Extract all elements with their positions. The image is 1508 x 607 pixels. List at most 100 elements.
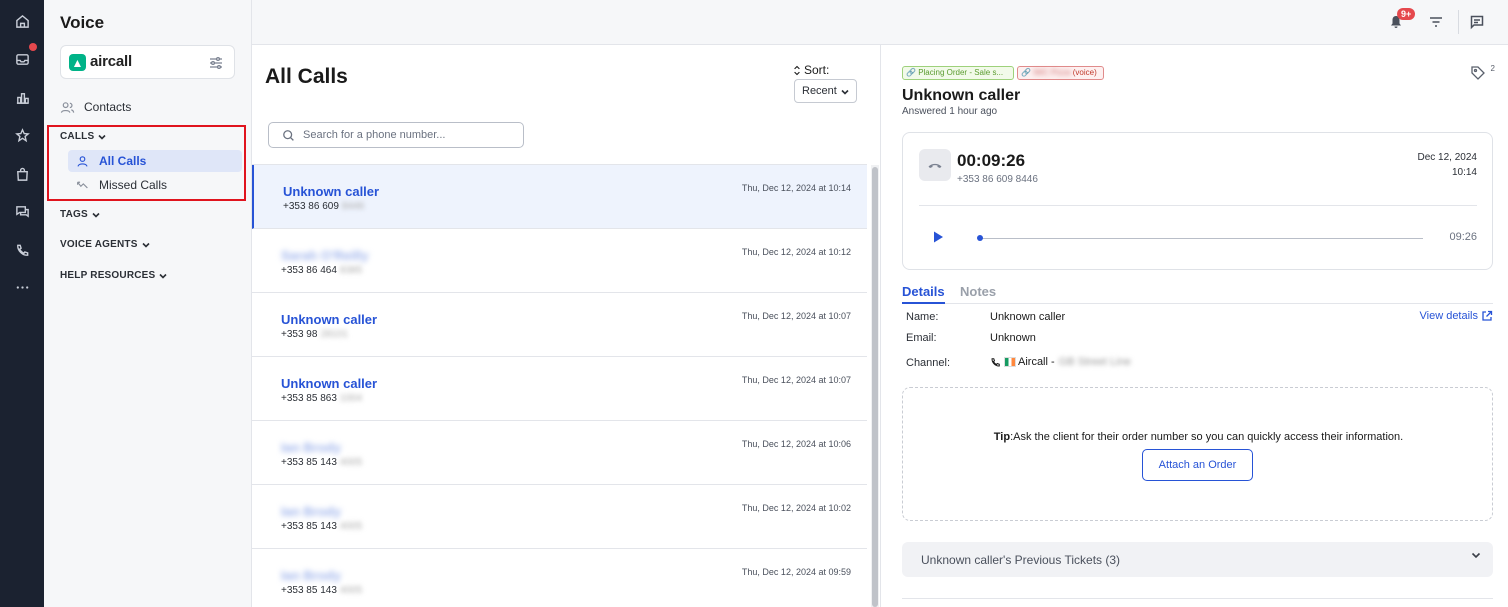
caller-name: Ian Brody bbox=[281, 440, 341, 455]
phone-visible: +353 85 143 bbox=[281, 585, 337, 596]
tag-count: 2 bbox=[1490, 64, 1495, 73]
ireland-flag-icon bbox=[1004, 357, 1016, 367]
view-details-link[interactable]: View details bbox=[1420, 310, 1494, 322]
tag-voice-line[interactable]: 🔗 IWC Pizza (voice) bbox=[1017, 66, 1104, 80]
chevron-down-icon bbox=[92, 212, 100, 218]
tab-notes[interactable]: Notes bbox=[960, 284, 996, 302]
audio-progress-track[interactable] bbox=[979, 238, 1423, 239]
call-row[interactable]: Ian Brody +353 85 143 4005 Thu, Dec 12, 2… bbox=[252, 421, 867, 485]
audio-progress-knob[interactable] bbox=[977, 235, 983, 241]
channel-value: Aircall - GB Street Line bbox=[990, 356, 1131, 368]
call-date: Dec 12, 2024 bbox=[1417, 152, 1478, 163]
call-time: Thu, Dec 12, 2024 at 10:12 bbox=[741, 247, 851, 257]
message-icon[interactable] bbox=[1469, 14, 1485, 30]
filter-icon[interactable] bbox=[1428, 14, 1444, 30]
call-time: Thu, Dec 12, 2024 at 10:07 bbox=[741, 375, 851, 385]
tag-icon[interactable] bbox=[1470, 65, 1486, 81]
sidebar-title: Voice bbox=[60, 13, 105, 32]
caller-phone: +353 85 143 4005 bbox=[281, 521, 362, 532]
notification-badge: 9+ bbox=[1397, 8, 1416, 20]
search-icon bbox=[283, 129, 294, 141]
brand-selector[interactable]: ▲ aircall bbox=[60, 45, 235, 79]
caller-name: Ian Brody bbox=[281, 568, 341, 583]
section-tags-label: TAGS bbox=[60, 209, 88, 220]
caller-name: Ian Brody bbox=[281, 504, 341, 519]
voice-sidebar: Voice ▲ aircall Contacts CALLS All Calls… bbox=[44, 0, 252, 607]
call-status: Answered 1 hour ago bbox=[902, 106, 998, 117]
top-bar: 9+ bbox=[252, 0, 1508, 45]
chevron-down-icon bbox=[1471, 552, 1481, 559]
tip-body: :Ask the client for their order number s… bbox=[1010, 431, 1404, 443]
channel-name: Aircall - bbox=[1018, 356, 1055, 368]
phone-redacted: 28101 bbox=[320, 329, 349, 340]
previous-tickets-accordion[interactable]: Unknown caller's Previous Tickets (3) bbox=[902, 542, 1493, 577]
brand-name: aircall bbox=[90, 53, 132, 70]
email-value: Unknown bbox=[990, 332, 1036, 344]
call-row[interactable]: Unknown caller +353 85 863 1004 Thu, Dec … bbox=[252, 357, 867, 421]
phone-redacted: 8446 bbox=[341, 201, 365, 212]
card-divider bbox=[919, 205, 1477, 206]
reports-icon[interactable] bbox=[12, 87, 32, 107]
channel-label: Channel: bbox=[906, 357, 951, 369]
shopping-bag-icon[interactable] bbox=[12, 164, 32, 184]
call-row[interactable]: Sarah O'Reilly +353 86 464 8385 Thu, Dec … bbox=[252, 229, 867, 293]
contacts-icon bbox=[60, 101, 75, 113]
caller-phone: +353 85 143 4005 bbox=[281, 585, 362, 596]
tag-placing-order[interactable]: 🔗 Placing Order - Sale s... bbox=[902, 66, 1014, 80]
tip-text: Tip:Ask the client for their order numbe… bbox=[903, 431, 1494, 443]
call-phone-number: +353 86 609 8446 bbox=[957, 174, 1038, 185]
section-help-resources[interactable]: HELP RESOURCES bbox=[60, 270, 167, 281]
call-rows: Unknown caller +353 86 609 8446 Thu, Dec … bbox=[252, 164, 867, 607]
hangup-phone-icon bbox=[919, 149, 951, 181]
phone-search[interactable] bbox=[268, 122, 524, 148]
sort-value: Recent bbox=[802, 85, 837, 97]
sidebar-item-contacts[interactable]: Contacts bbox=[60, 99, 131, 115]
chevron-down-icon bbox=[159, 273, 167, 279]
view-details-label: View details bbox=[1419, 310, 1479, 322]
inbox-icon[interactable] bbox=[12, 49, 32, 69]
play-icon[interactable] bbox=[931, 230, 945, 244]
call-datetime: Dec 12, 2024 10:14 bbox=[1418, 150, 1478, 180]
phone-redacted: 4005 bbox=[339, 457, 363, 468]
caller-name: Unknown caller bbox=[281, 312, 378, 327]
sort-label: Sort: bbox=[793, 63, 829, 77]
phone-icon[interactable] bbox=[12, 240, 32, 260]
call-row[interactable]: Unknown caller +353 98 28101 Thu, Dec 12,… bbox=[252, 293, 867, 357]
phone-icon bbox=[991, 357, 1000, 366]
name-label: Name: bbox=[906, 311, 939, 323]
call-row[interactable]: Unknown caller +353 86 609 8446 Thu, Dec … bbox=[252, 165, 867, 229]
list-scrollbar[interactable] bbox=[871, 165, 879, 607]
call-row[interactable]: Ian Brody +353 85 143 4005 Thu, Dec 12, 2… bbox=[252, 485, 867, 549]
unread-dot bbox=[29, 43, 37, 51]
sort-select[interactable]: Recent bbox=[794, 79, 857, 103]
bottom-divider bbox=[902, 598, 1493, 599]
section-voice-agents[interactable]: VOICE AGENTS bbox=[60, 239, 150, 250]
tip-label: Tip bbox=[993, 431, 1011, 443]
home-icon[interactable] bbox=[12, 11, 32, 31]
call-row[interactable]: Ian Brody +353 85 143 4005 Thu, Dec 12, 2… bbox=[252, 549, 867, 607]
call-time: Thu, Dec 12, 2024 at 10:07 bbox=[741, 311, 851, 321]
search-input[interactable] bbox=[303, 129, 503, 141]
section-tags[interactable]: TAGS bbox=[60, 209, 100, 220]
email-label: Email: bbox=[906, 332, 937, 344]
tab-details[interactable]: Details bbox=[902, 284, 945, 304]
more-icon[interactable] bbox=[12, 277, 32, 297]
call-recording-card: 00:09:26 +353 86 609 8446 Dec 12, 2024 1… bbox=[902, 132, 1493, 270]
star-icon[interactable] bbox=[12, 125, 32, 145]
call-time: Thu, Dec 12, 2024 at 10:14 bbox=[741, 183, 851, 193]
sort-label-text: Sort: bbox=[804, 63, 830, 77]
call-detail-pane: 🔗 Placing Order - Sale s... 🔗 IWC Pizza … bbox=[882, 45, 1508, 607]
attach-order-button[interactable]: Attach an Order bbox=[1142, 449, 1253, 481]
chat-icon[interactable] bbox=[12, 201, 32, 221]
phone-visible: +353 86 609 bbox=[283, 201, 339, 212]
detail-tabs: Details Notes bbox=[902, 282, 1493, 304]
phone-redacted: 4005 bbox=[339, 521, 363, 532]
scrollbar-thumb[interactable] bbox=[872, 167, 878, 607]
sliders-icon[interactable] bbox=[208, 55, 224, 71]
call-list-pane: All Calls Sort: Recent Unknown caller +3… bbox=[252, 45, 881, 607]
call-time: Thu, Dec 12, 2024 at 10:06 bbox=[741, 439, 851, 449]
caller-name: Unknown caller bbox=[283, 184, 380, 199]
section-voice-agents-label: VOICE AGENTS bbox=[60, 239, 138, 250]
call-duration: 00:09:26 bbox=[957, 151, 1026, 170]
tip-box: Tip:Ask the client for their order numbe… bbox=[902, 387, 1493, 521]
